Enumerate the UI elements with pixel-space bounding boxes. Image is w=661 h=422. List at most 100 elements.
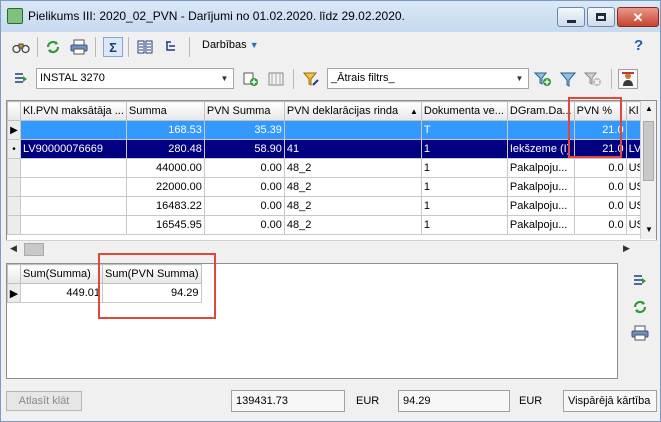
table-cell[interactable]: 0.00	[203, 158, 285, 178]
table-cell[interactable]: Pakalpoju...	[506, 215, 575, 235]
summary-cell[interactable]: 449.01	[20, 283, 103, 303]
table-cell[interactable]	[20, 120, 127, 140]
table-cell[interactable]: 1	[420, 139, 508, 159]
chevron-down-icon: ▼	[249, 40, 259, 50]
refresh-icon[interactable]	[629, 297, 651, 317]
sort-ascending-icon: ▲	[409, 107, 418, 116]
close-button[interactable]: ✕	[617, 7, 659, 27]
table-cell[interactable]: T	[420, 120, 508, 140]
grid-header: Kl.PVN maksātāja ... Summa PVN Summa PVN…	[7, 101, 647, 121]
company-combo[interactable]: INSTAL 3270 ▼	[36, 68, 234, 89]
actions-menu[interactable]: Darbības ▼	[202, 39, 259, 51]
list-view-icon[interactable]	[266, 69, 286, 89]
table-cell[interactable]: Pakalpoju...	[506, 196, 575, 216]
column-header[interactable]: DGram.Da...	[506, 101, 575, 121]
row-marker-icon: •	[7, 139, 21, 159]
table-cell[interactable]: 168.53	[125, 120, 205, 140]
binoculars-icon[interactable]	[11, 37, 31, 57]
table-cell[interactable]: Iekšzeme (I)	[506, 139, 575, 159]
title-bar[interactable]: Pielikums III: 2020_02_PVN - Darījumi no…	[1, 1, 660, 32]
vertical-scrollbar[interactable]: ▲ ▼	[640, 101, 656, 239]
table-cell[interactable]: 48_2	[283, 196, 422, 216]
add-record-icon[interactable]	[241, 69, 261, 89]
table-cell[interactable]: 0.0	[573, 196, 627, 216]
table-cell[interactable]: 58.90	[203, 139, 285, 159]
clear-filter-icon[interactable]	[583, 69, 603, 89]
scroll-left-icon[interactable]: ◀	[10, 243, 17, 254]
table-cell[interactable]: 35.39	[203, 120, 285, 140]
table-cell[interactable]: 1	[420, 177, 508, 197]
column-header[interactable]: PVN deklarācijas rinda ▲	[283, 101, 422, 121]
export-icon[interactable]	[629, 271, 651, 291]
scroll-right-icon[interactable]: ▶	[623, 243, 630, 254]
refresh-icon[interactable]	[43, 37, 63, 57]
table-cell[interactable]	[20, 158, 127, 178]
table-cell[interactable]: 48_2	[283, 177, 422, 197]
transactions-grid[interactable]: Kl.PVN maksātāja ... Summa PVN Summa PVN…	[6, 100, 657, 257]
table-cell[interactable]: 1	[420, 215, 508, 235]
table-cell[interactable]	[20, 177, 127, 197]
table-row[interactable]: 16545.95 0.00 48_2 1 Pakalpoju... 0.0 US	[7, 215, 647, 235]
column-header[interactable]: Dokumenta ve...	[420, 101, 508, 121]
table-cell[interactable]: 44000.00	[125, 158, 205, 178]
table-row[interactable]: 22000.00 0.00 48_2 1 Pakalpoju... 0.0 US	[7, 177, 647, 197]
table-cell[interactable]: 1	[420, 158, 508, 178]
chevron-down-icon[interactable]: ▼	[216, 69, 233, 88]
sum-icon[interactable]: Σ	[103, 37, 123, 57]
column-header[interactable]: Kl.PVN maksātāja ...	[20, 101, 127, 121]
tree-icon[interactable]	[161, 37, 181, 57]
select-add-button[interactable]: Atlasīt klāt	[6, 391, 82, 411]
column-header[interactable]: PVN Summa	[203, 101, 285, 121]
table-cell[interactable]: 41	[283, 139, 422, 159]
table-cell[interactable]: 0.0	[573, 215, 627, 235]
maximize-button[interactable]	[587, 7, 615, 27]
table-row[interactable]: 16483.22 0.00 48_2 1 Pakalpoju... 0.0 US	[7, 196, 647, 216]
table-cell[interactable]: 16483.22	[125, 196, 205, 216]
table-row[interactable]: ▶ 168.53 35.39 T 21.0	[7, 120, 647, 140]
print-icon[interactable]	[629, 323, 651, 343]
minimize-icon	[566, 19, 576, 23]
table-cell[interactable]: 0.00	[203, 196, 285, 216]
table-cell[interactable]: 1	[420, 196, 508, 216]
status-bar: Atlasīt klāt 139431.73 EUR 94.29 EUR Vis…	[1, 385, 660, 421]
filter-icon[interactable]	[558, 69, 578, 89]
table-cell[interactable]: Pakalpoju...	[506, 158, 575, 178]
print-icon[interactable]	[69, 37, 89, 57]
table-cell[interactable]	[20, 215, 127, 235]
toolbar-separator	[611, 69, 612, 89]
table-cell[interactable]: 0.00	[203, 177, 285, 197]
main-window: Pielikums III: 2020_02_PVN - Darījumi no…	[0, 0, 661, 422]
table-cell[interactable]: LV90000076669	[20, 139, 127, 159]
table-cell[interactable]: 48_2	[283, 215, 422, 235]
table-cell[interactable]: 280.48	[125, 139, 205, 159]
table-cell[interactable]: 0.0	[573, 158, 627, 178]
scroll-thumb[interactable]	[643, 121, 654, 181]
help-icon[interactable]: ?	[634, 37, 643, 54]
scroll-down-icon[interactable]: ▼	[645, 225, 653, 234]
minimize-button[interactable]	[557, 7, 585, 27]
table-cell[interactable]: 0.00	[203, 215, 285, 235]
table-cell[interactable]	[20, 196, 127, 216]
column-header[interactable]: Summa	[125, 101, 205, 121]
add-filter-icon[interactable]	[533, 69, 553, 89]
chevron-down-icon[interactable]: ▼	[511, 69, 528, 88]
scroll-thumb[interactable]	[24, 243, 44, 256]
import-icon[interactable]	[11, 69, 31, 89]
quick-filter-combo[interactable]: _Ātrais filtrs_ ▼	[327, 68, 529, 89]
person-settings-icon[interactable]	[618, 69, 638, 89]
row-indicator	[7, 196, 21, 216]
filter-edit-icon[interactable]	[301, 69, 321, 89]
table-cell[interactable]	[283, 120, 422, 140]
column-header[interactable]: Sum(Summa)	[20, 264, 103, 284]
table-cell[interactable]: 48_2	[283, 158, 422, 178]
table-cell[interactable]: 22000.00	[125, 177, 205, 197]
scroll-up-icon[interactable]: ▲	[645, 104, 653, 113]
toolbar-separator	[189, 37, 190, 57]
columns-icon[interactable]	[135, 37, 155, 57]
table-row[interactable]: 44000.00 0.00 48_2 1 Pakalpoju... 0.0 US	[7, 158, 647, 178]
table-row[interactable]: • LV90000076669 280.48 58.90 41 1 Iekšze…	[7, 139, 647, 159]
table-cell[interactable]	[506, 120, 575, 140]
table-cell[interactable]: 16545.95	[125, 215, 205, 235]
table-cell[interactable]: Pakalpoju...	[506, 177, 575, 197]
table-cell[interactable]: 0.0	[573, 177, 627, 197]
